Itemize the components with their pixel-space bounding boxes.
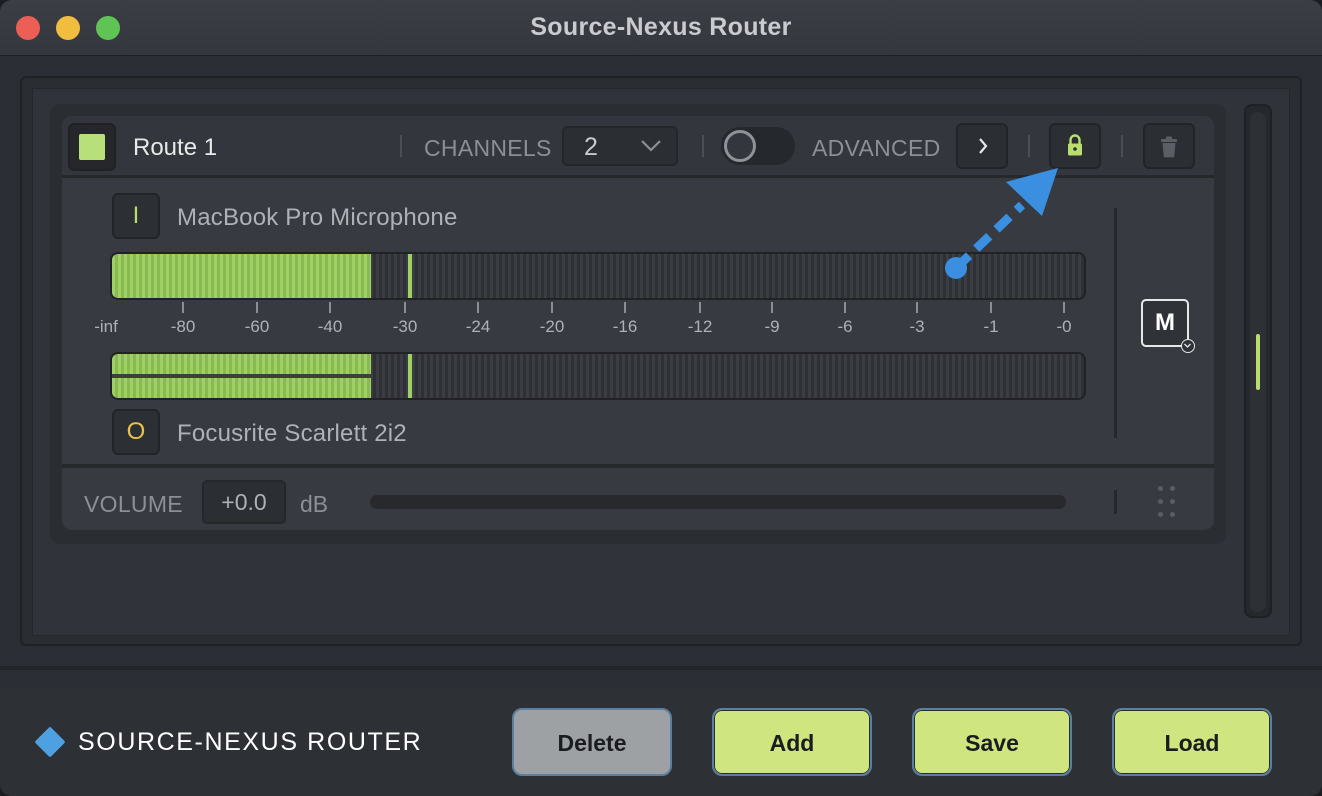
channels-value: 2 — [584, 133, 598, 161]
route-color-swatch — [79, 134, 105, 160]
scale-tick — [844, 302, 846, 313]
advanced-toggle[interactable] — [721, 127, 795, 165]
drag-handle-icon[interactable] — [1156, 484, 1180, 520]
mute-label: M — [1155, 309, 1175, 336]
scale-label: -60 — [244, 317, 270, 336]
save-button[interactable]: Save — [912, 708, 1072, 776]
trash-icon — [1161, 136, 1177, 158]
header-divider — [1121, 135, 1123, 157]
header-divider — [1028, 135, 1030, 157]
chevron-right-icon — [979, 138, 988, 154]
output-device-name[interactable]: Focusrite Scarlett 2i2 — [177, 420, 407, 448]
scale-label: -0 — [1056, 317, 1072, 336]
scale-tick — [256, 302, 258, 313]
volume-unit: dB — [300, 491, 329, 517]
scale-tick — [182, 302, 184, 313]
scale-tick — [699, 302, 701, 313]
advanced-expand-button[interactable] — [956, 123, 1008, 169]
route-color-button[interactable] — [68, 123, 116, 171]
brand-name: SOURCE-NEXUS ROUTER — [78, 728, 423, 756]
output-peak-marker — [408, 354, 412, 398]
scale-label: -24 — [465, 317, 491, 336]
grip-dot — [1170, 499, 1175, 504]
volume-label: VOLUME — [84, 491, 183, 517]
scale-tick — [916, 302, 918, 313]
lock-icon — [1068, 134, 1082, 156]
header-divider — [702, 135, 704, 157]
input-level-meter — [110, 252, 1086, 300]
chevron-down-icon — [641, 140, 661, 152]
volume-row-divider — [1114, 490, 1117, 514]
scale-label: -80 — [170, 317, 196, 336]
input-level-fill — [112, 254, 371, 298]
channel-separator — [112, 374, 371, 378]
scale-label: -6 — [837, 317, 853, 336]
delete-button[interactable]: Delete — [512, 708, 672, 776]
volume-input[interactable]: +0.0 — [202, 480, 286, 524]
scale-tick — [771, 302, 773, 313]
scale-tick — [329, 302, 331, 313]
grip-dot — [1158, 512, 1163, 517]
grip-dot — [1170, 486, 1175, 491]
scale-label: -16 — [612, 317, 638, 336]
chevron-down-icon — [1181, 339, 1195, 353]
advanced-label: ADVANCED — [812, 135, 941, 161]
scale-tick — [1063, 302, 1065, 313]
scale-label: -12 — [687, 317, 713, 336]
channels-label: CHANNELS — [424, 135, 552, 161]
toggle-knob — [724, 130, 756, 162]
scale-label: -20 — [539, 317, 565, 336]
meter-divider — [1114, 208, 1117, 438]
lock-button[interactable] — [1049, 123, 1101, 169]
scale-tick — [551, 302, 553, 313]
scale-tick — [404, 302, 406, 313]
grip-dot — [1170, 512, 1175, 517]
app-window: Source-Nexus Router Route 1 CHANNELS 2 A… — [0, 0, 1322, 796]
add-button[interactable]: Add — [712, 708, 872, 776]
volume-slider[interactable] — [370, 495, 1066, 509]
scale-label: -9 — [764, 317, 780, 336]
title-bar: Source-Nexus Router — [0, 0, 1322, 56]
grip-dot — [1158, 486, 1163, 491]
scale-label: -1 — [983, 317, 999, 336]
load-button[interactable]: Load — [1112, 708, 1272, 776]
output-level-meter — [110, 352, 1086, 400]
input-peak-marker — [408, 254, 412, 298]
volume-divider — [62, 464, 1214, 468]
scale-label: -40 — [317, 317, 343, 336]
input-device-name[interactable]: MacBook Pro Microphone — [177, 204, 458, 232]
header-divider — [400, 135, 402, 157]
route-name[interactable]: Route 1 — [133, 134, 217, 162]
scale-label: -30 — [392, 317, 418, 336]
scale-tick — [624, 302, 626, 313]
delete-route-button[interactable] — [1143, 123, 1195, 169]
grip-dot — [1158, 499, 1163, 504]
scale-tick — [990, 302, 992, 313]
window-title: Source-Nexus Router — [530, 13, 792, 41]
scale-label: -3 — [909, 317, 925, 336]
channels-select[interactable]: 2 — [562, 126, 678, 166]
footer-divider — [0, 666, 1322, 670]
mute-button[interactable]: M — [1141, 299, 1195, 353]
output-badge[interactable]: O — [112, 409, 160, 455]
input-badge[interactable]: I — [112, 193, 160, 239]
scale-label: -inf — [94, 317, 118, 336]
scrollbar-thumb[interactable] — [1256, 334, 1260, 390]
scale-tick — [477, 302, 479, 313]
